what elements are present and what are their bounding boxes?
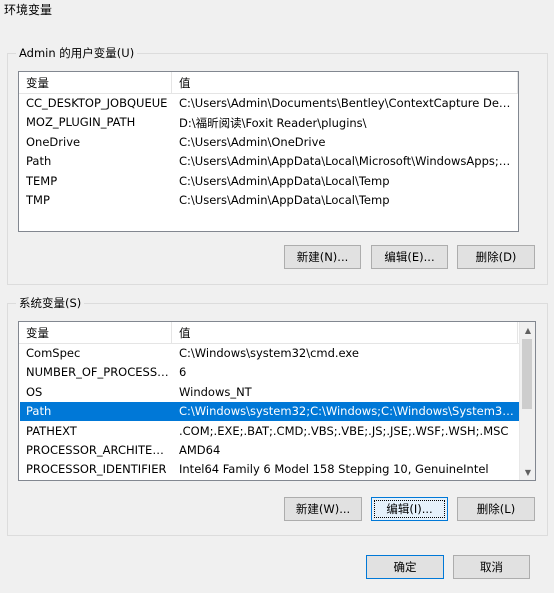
variable-name: OS (26, 384, 43, 399)
variable-value: AMD64 (179, 443, 221, 457)
user-variables-label: Admin 的用户变量(U) (16, 45, 138, 61)
table-row[interactable]: NUMBER_OF_PROCESSORS 6 (20, 363, 519, 382)
chevron-down-icon[interactable]: ▼ (520, 464, 535, 480)
system-list-header: 变量 值 (19, 322, 519, 344)
user-new-button[interactable]: 新建(N)... (284, 245, 361, 269)
variable-name: TMP (26, 193, 50, 207)
table-row[interactable]: OneDrive C:\Users\Admin\OneDrive (20, 133, 517, 152)
variable-value: C:\Users\Admin\Documents\Bentley\Context… (179, 96, 513, 110)
user-variables-list[interactable]: 变量 值 CC_DESKTOP_JOBQUEUE C:\Users\Admin\D… (18, 71, 519, 232)
variable-name: OneDrive (26, 134, 81, 149)
variable-value: C:\Users\Admin\OneDrive (179, 134, 326, 149)
table-row[interactable]: Path C:\Users\Admin\AppData\Local\Microso… (20, 152, 517, 171)
table-row[interactable]: PATHEXT .COM;.EXE;.BAT;.CMD;.VBS;.VBE;.JS… (20, 422, 519, 441)
user-delete-button[interactable]: 删除(D) (457, 245, 535, 269)
variable-name: NUMBER_OF_PROCESSORS (26, 365, 170, 380)
table-row[interactable]: PROCESSOR_IDENTIFIER Intel64 Family 6 Mod… (20, 460, 519, 479)
column-header-value[interactable]: 值 (179, 325, 191, 341)
variable-name: CC_DESKTOP_JOBQUEUE (26, 96, 168, 110)
variable-value: C:\Windows\system32\cmd.exe (179, 346, 359, 360)
variable-name: Path (26, 404, 52, 419)
variable-name: MOZ_PLUGIN_PATH (26, 115, 136, 130)
ok-button[interactable]: 确定 (366, 555, 444, 579)
system-list-scrollbar[interactable]: ▲ ▼ (519, 322, 535, 480)
variable-value: .COM;.EXE;.BAT;.CMD;.VBS;.VBE;.JS;.JSE;.… (179, 423, 509, 438)
scrollbar-thumb[interactable] (522, 339, 532, 409)
variable-value: 6 (179, 365, 187, 380)
variable-value: C:\Users\Admin\AppData\Local\Temp (179, 193, 390, 207)
variable-value: C:\Users\Admin\AppData\Local\Microsoft\W… (179, 154, 513, 169)
variable-value: D:\福昕阅读\Foxit Reader\plugins\ (179, 116, 367, 131)
variable-value: Windows_NT (179, 384, 252, 399)
table-row[interactable]: Path C:\Windows\system32;C:\Windows;C:\Wi… (20, 402, 519, 422)
system-variables-label: 系统变量(S) (16, 295, 85, 311)
variable-name: Path (26, 154, 52, 169)
table-row[interactable]: TMP C:\Users\Admin\AppData\Local\Temp (20, 191, 517, 210)
chevron-up-icon[interactable]: ▲ (520, 322, 535, 338)
column-header-value[interactable]: 值 (179, 75, 191, 91)
cancel-button[interactable]: 取消 (453, 555, 530, 579)
variable-name: TEMP (26, 173, 58, 188)
column-header-name[interactable]: 变量 (26, 325, 49, 341)
table-row[interactable]: PROCESSOR_ARCHITECT... AMD64 (20, 441, 519, 460)
table-row[interactable]: TEMP C:\Users\Admin\AppData\Local\Temp (20, 172, 517, 191)
window-title: 环境变量 (4, 3, 53, 17)
variable-name: PROCESSOR_ARCHITECT... (26, 443, 170, 457)
system-variables-list[interactable]: 变量 值 ComSpec C:\Windows\system32\cmd.exe N… (18, 321, 536, 481)
table-row[interactable]: ComSpec C:\Windows\system32\cmd.exe (20, 344, 519, 363)
variable-name: ComSpec (26, 346, 81, 360)
variable-value: C:\Windows\system32;C:\Windows;C:\Window… (179, 404, 515, 419)
system-delete-button[interactable]: 删除(L) (457, 497, 535, 521)
variable-name: PATHEXT (26, 423, 77, 438)
variable-value: C:\Users\Admin\AppData\Local\Temp (179, 173, 390, 188)
variable-value: Intel64 Family 6 Model 158 Stepping 10, … (179, 462, 489, 477)
table-row[interactable]: MOZ_PLUGIN_PATH D:\福昕阅读\Foxit Reader\plug… (20, 113, 517, 132)
user-edit-button[interactable]: 编辑(E)... (371, 245, 448, 269)
system-new-button[interactable]: 新建(W)... (284, 497, 362, 521)
column-header-name[interactable]: 变量 (26, 75, 49, 91)
system-edit-button[interactable]: 编辑(I)... (371, 497, 448, 521)
user-list-header: 变量 值 (19, 72, 518, 94)
table-row[interactable]: CC_DESKTOP_JOBQUEUE C:\Users\Admin\Docume… (20, 94, 517, 113)
table-row[interactable]: OS Windows_NT (20, 383, 519, 402)
variable-name: PROCESSOR_IDENTIFIER (26, 462, 167, 477)
